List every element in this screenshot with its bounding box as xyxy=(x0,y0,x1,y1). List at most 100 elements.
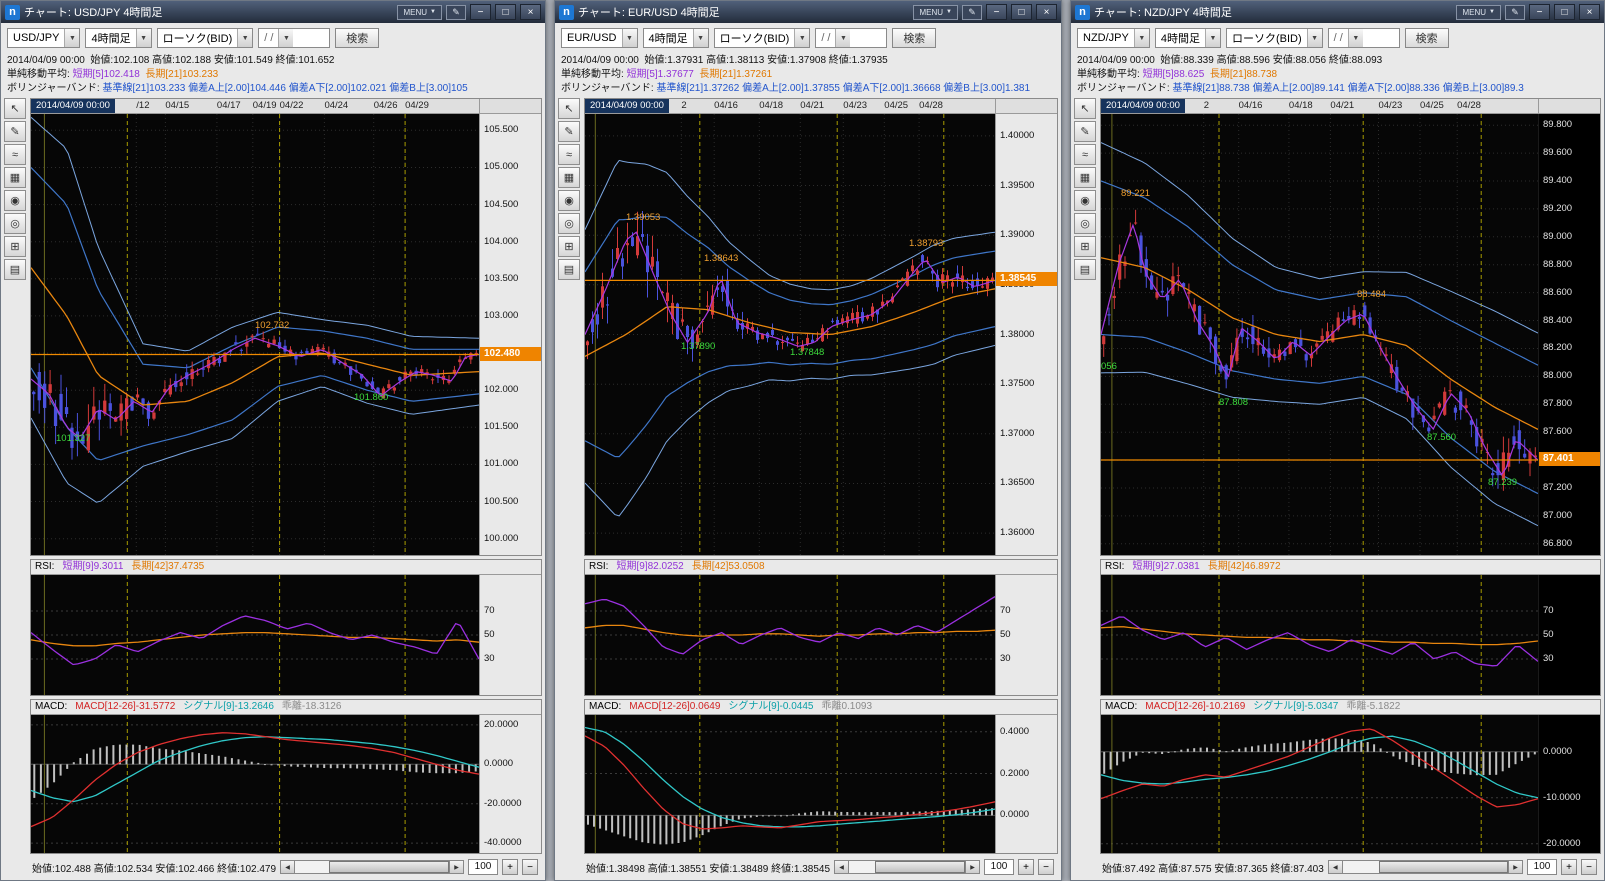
view-tool-button[interactable]: ◎ xyxy=(558,213,580,234)
price-annotation: 89.221 xyxy=(1121,188,1150,199)
rsi-chart[interactable] xyxy=(1101,575,1538,695)
scroll-left-button[interactable]: ◀ xyxy=(834,860,849,874)
rsi-tick: 70 xyxy=(484,605,495,616)
pointer-tool-button[interactable]: ↖ xyxy=(558,98,580,119)
candle-style-tool-button[interactable]: ▦ xyxy=(4,167,26,188)
zoom-in-button[interactable]: + xyxy=(502,859,518,875)
date-tick: 04/29 xyxy=(405,99,429,113)
print-tool-button[interactable]: ⊞ xyxy=(558,236,580,257)
selected-date-box: 2014/04/09 00:00 xyxy=(1101,99,1185,113)
timeframe-select[interactable]: 4時間足▼ xyxy=(85,28,151,48)
close-button[interactable]: × xyxy=(1579,4,1600,20)
candlestick-chart[interactable]: 102.732101.860101.327 xyxy=(31,114,479,555)
candle-style-tool-button[interactable]: ▦ xyxy=(1074,167,1096,188)
menu-button[interactable]: MENU▼ xyxy=(913,5,958,20)
scrollbar-thumb[interactable] xyxy=(329,861,449,873)
price-annotation: 1.38793 xyxy=(909,238,943,249)
date-input[interactable]: / /▼ xyxy=(258,28,330,48)
candlestick-chart[interactable]: 1.390531.386431.387931.378901.37848 xyxy=(585,114,995,555)
crosshair-tool-button[interactable]: ◉ xyxy=(1074,190,1096,211)
pointer-tool-button[interactable]: ↖ xyxy=(4,98,26,119)
crosshair-tool-button[interactable]: ◉ xyxy=(4,190,26,211)
rsi-chart[interactable] xyxy=(31,575,479,695)
indicator-tool-button[interactable]: ≈ xyxy=(4,144,26,165)
pair-select[interactable]: USD/JPY▼ xyxy=(7,28,80,48)
edit-icon-button[interactable]: ✎ xyxy=(446,5,466,20)
rsi-chart[interactable] xyxy=(585,575,995,695)
maximize-button[interactable]: □ xyxy=(1554,4,1575,20)
titlebar[interactable]: n チャート: NZD/JPY 4時間足 MENU▼ ✎ − □ × xyxy=(1071,1,1604,23)
chart-type-select[interactable]: ローソク(BID)▼ xyxy=(157,28,254,48)
macd-diff-value: 乖離0.1093 xyxy=(821,700,872,714)
view-tool-button[interactable]: ◎ xyxy=(4,213,26,234)
date-input[interactable]: / /▼ xyxy=(815,28,887,48)
draw-tool-button[interactable]: ✎ xyxy=(558,121,580,142)
print-tool-button[interactable]: ⊞ xyxy=(1074,236,1096,257)
zoom-out-button[interactable]: − xyxy=(1038,859,1054,875)
macd-chart[interactable] xyxy=(585,715,995,853)
zoom-in-button[interactable]: + xyxy=(1018,859,1034,875)
scroll-right-button[interactable]: ▶ xyxy=(1508,860,1523,874)
close-button[interactable]: × xyxy=(1036,4,1057,20)
menu-button[interactable]: MENU▼ xyxy=(397,5,442,20)
candlestick-chart[interactable]: 05689.22188.48487.80887.56087.239 xyxy=(1101,114,1538,555)
timeframe-select[interactable]: 4時間足▼ xyxy=(643,28,709,48)
price-tick: 100.500 xyxy=(484,496,518,507)
chart-scrollbar[interactable]: ◀ ▶ xyxy=(280,860,464,874)
scroll-right-button[interactable]: ▶ xyxy=(449,860,464,874)
zoom-in-button[interactable]: + xyxy=(1561,859,1577,875)
layout-tool-button[interactable]: ▤ xyxy=(4,259,26,280)
chart-type-select[interactable]: ローソク(BID)▼ xyxy=(1226,28,1323,48)
pointer-tool-button[interactable]: ↖ xyxy=(1074,98,1096,119)
menu-button[interactable]: MENU▼ xyxy=(1456,5,1501,20)
draw-tool-button[interactable]: ✎ xyxy=(4,121,26,142)
macd-chart[interactable] xyxy=(1101,715,1538,853)
scroll-left-button[interactable]: ◀ xyxy=(280,860,295,874)
edit-icon-button[interactable]: ✎ xyxy=(962,5,982,20)
timeframe-select[interactable]: 4時間足▼ xyxy=(1155,28,1221,48)
search-button[interactable]: 検索 xyxy=(335,28,379,48)
search-button[interactable]: 検索 xyxy=(1405,28,1449,48)
macd-chart[interactable] xyxy=(31,715,479,853)
crosshair-tool-button[interactable]: ◉ xyxy=(558,190,580,211)
zoom-out-button[interactable]: − xyxy=(1581,859,1597,875)
minimize-button[interactable]: − xyxy=(986,4,1007,20)
scrollbar-thumb[interactable] xyxy=(1379,861,1508,873)
chart-scrollbar[interactable]: ◀ ▶ xyxy=(1328,860,1523,874)
layout-tool-button[interactable]: ▤ xyxy=(1074,259,1096,280)
view-tool-button[interactable]: ◎ xyxy=(1074,213,1096,234)
pair-select[interactable]: NZD/JPY▼ xyxy=(1077,28,1150,48)
scrollbar-thumb[interactable] xyxy=(875,861,965,873)
candle-style-tool-button[interactable]: ▦ xyxy=(558,167,580,188)
zoom-out-button[interactable]: − xyxy=(522,859,538,875)
print-tool-button[interactable]: ⊞ xyxy=(4,236,26,257)
edit-icon-button[interactable]: ✎ xyxy=(1505,5,1525,20)
date-tick: 04/22 xyxy=(280,99,304,113)
search-button[interactable]: 検索 xyxy=(892,28,936,48)
close-button[interactable]: × xyxy=(520,4,541,20)
pair-select[interactable]: EUR/USD▼ xyxy=(561,28,638,48)
scroll-left-button[interactable]: ◀ xyxy=(1328,860,1343,874)
minimize-button[interactable]: − xyxy=(470,4,491,20)
maximize-button[interactable]: □ xyxy=(1011,4,1032,20)
scrollbar-track[interactable] xyxy=(1343,860,1508,874)
layout-tool-button[interactable]: ▤ xyxy=(558,259,580,280)
scroll-right-button[interactable]: ▶ xyxy=(965,860,980,874)
chart-scrollbar[interactable]: ◀ ▶ xyxy=(834,860,980,874)
scrollbar-track[interactable] xyxy=(295,860,449,874)
drawing-toolbar: ↖ ✎ ≈ ▦ ◉ ◎ ⊞ ▤ xyxy=(558,98,582,877)
titlebar[interactable]: n チャート: USD/JPY 4時間足 MENU▼ ✎ − □ × xyxy=(1,1,545,23)
date-input[interactable]: / /▼ xyxy=(1328,28,1400,48)
maximize-button[interactable]: □ xyxy=(495,4,516,20)
scrollbar-track[interactable] xyxy=(849,860,965,874)
minimize-button[interactable]: − xyxy=(1529,4,1550,20)
indicator-tool-button[interactable]: ≈ xyxy=(558,144,580,165)
price-annotation: 1.37890 xyxy=(681,341,715,352)
draw-tool-button[interactable]: ✎ xyxy=(1074,121,1096,142)
chart-type-select[interactable]: ローソク(BID)▼ xyxy=(714,28,811,48)
titlebar[interactable]: n チャート: EUR/USD 4時間足 MENU▼ ✎ − □ × xyxy=(555,1,1061,23)
rsi-panel: RSI: 短期[9]9.3011 長期[42]37.4735 705030 xyxy=(30,559,542,696)
indicator-tool-button[interactable]: ≈ xyxy=(1074,144,1096,165)
rsi-header: RSI: 短期[9]82.0252 長期[42]53.0508 xyxy=(585,560,1057,575)
macd-svg xyxy=(1101,715,1538,853)
